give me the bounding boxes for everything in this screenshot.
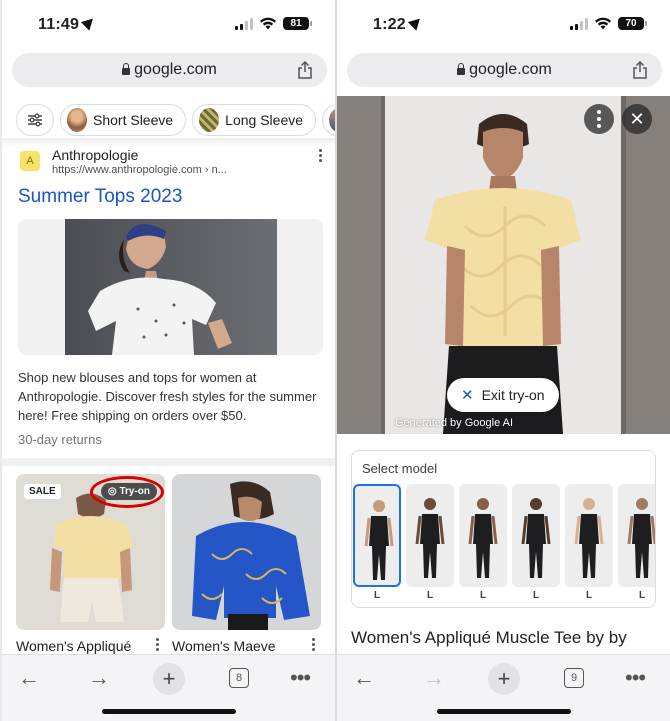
returns-info: 30-day returns — [18, 432, 102, 447]
result-image[interactable] — [18, 219, 323, 355]
chip-label: Long Sleeve — [225, 112, 304, 128]
product-title[interactable]: Women's Appliqué Muscle Tee by by — [351, 628, 627, 648]
cellular-icon — [235, 17, 253, 30]
back-arrow-icon[interactable]: ← — [353, 663, 375, 693]
model-thumbnail — [618, 484, 655, 587]
bottom-toolbar: ← → + 8 ••• — [2, 654, 335, 721]
result-snippet: Shop new blouses and tops for women at A… — [18, 370, 317, 423]
product-name[interactable]: Women's Appliqué — [16, 638, 131, 654]
model-option[interactable]: L — [565, 484, 613, 604]
model-size-label: L — [426, 590, 434, 601]
model-thumbnail — [565, 484, 613, 587]
chip-long-sleeve[interactable]: Long Sleeve — [192, 104, 317, 136]
kebab-icon[interactable] — [584, 104, 614, 134]
right-screen: 1:22 70 google.com ✕ ✕ Exit try-on Gener… — [337, 0, 670, 721]
address-bar[interactable]: google.com — [12, 53, 327, 87]
filter-chip[interactable] — [16, 104, 54, 136]
model-option[interactable]: L — [353, 484, 401, 604]
product-name[interactable]: Women's Maeve — [172, 638, 276, 654]
bottom-toolbar: ← → + 9 ••• — [337, 654, 670, 721]
try-on-viewer[interactable]: ✕ ✕ Exit try-on Generated by Google AI — [337, 96, 670, 434]
sale-badge: SALE — [24, 484, 61, 499]
result-title-link[interactable]: Summer Tops 2023 — [18, 186, 182, 208]
location-arrow-icon — [407, 14, 424, 31]
chip-label: Short Sleeve — [93, 112, 174, 128]
close-icon: ✕ — [461, 387, 474, 404]
tabs-icon[interactable]: 9 — [564, 668, 584, 688]
location-arrow-icon — [80, 14, 98, 31]
kebab-icon[interactable] — [319, 149, 323, 162]
wifi-icon — [260, 17, 276, 30]
cellular-icon — [570, 17, 588, 30]
model-option[interactable]: L — [618, 484, 655, 604]
plus-icon[interactable]: + — [153, 663, 185, 695]
back-arrow-icon[interactable]: ← — [18, 663, 40, 693]
model-size-label: L — [373, 590, 381, 601]
model-selector-label: Select model — [362, 461, 438, 476]
model-option[interactable]: L — [512, 484, 560, 604]
close-icon[interactable]: ✕ — [622, 104, 652, 134]
chip-short-sleeve[interactable]: Short Sleeve — [60, 104, 187, 136]
model-list: LLLLLL — [352, 484, 655, 604]
model-photo — [65, 219, 277, 355]
share-icon[interactable] — [632, 61, 648, 79]
left-screen: 11:49 81 google.com Short Sleeve Long Sl… — [2, 0, 335, 721]
product-card-maeve[interactable] — [172, 474, 321, 630]
next-image-preview[interactable] — [626, 96, 670, 434]
filter-icon — [28, 113, 42, 127]
site-url: https://www.anthropologie.com › n... — [52, 164, 227, 176]
previous-image-preview[interactable] — [337, 96, 381, 434]
status-bar: 11:49 81 — [2, 0, 335, 48]
plus-icon[interactable]: + — [488, 663, 520, 695]
lock-icon — [122, 62, 131, 75]
status-time: 11:49 — [38, 14, 98, 34]
exit-try-on-button[interactable]: ✕ Exit try-on — [447, 378, 559, 412]
address-text: google.com — [134, 61, 217, 78]
more-icon[interactable]: ••• — [625, 663, 646, 693]
lock-icon — [457, 62, 466, 75]
address-text: google.com — [469, 61, 552, 78]
model-option[interactable]: L — [406, 484, 454, 604]
more-icon[interactable]: ••• — [290, 663, 311, 693]
highlight-circle — [90, 476, 164, 508]
status-time: 1:22 — [373, 14, 424, 34]
kebab-icon[interactable] — [156, 638, 160, 651]
home-indicator — [101, 709, 236, 714]
model-thumbnail — [459, 484, 507, 587]
model-size-label: L — [585, 590, 593, 601]
wifi-icon — [595, 17, 611, 30]
kebab-icon[interactable] — [312, 638, 316, 651]
chip-thumbnail — [67, 108, 87, 132]
site-name: Anthropologie — [52, 147, 139, 163]
chip-more[interactable] — [322, 104, 335, 136]
section-divider — [2, 458, 335, 466]
address-bar[interactable]: google.com — [347, 53, 662, 87]
filter-chips: Short Sleeve Long Sleeve — [16, 104, 335, 136]
model-selector: Select model L L L L L L — [351, 450, 656, 608]
model-size-label: L — [532, 590, 540, 601]
forward-arrow-icon[interactable]: → — [88, 663, 110, 693]
model-option[interactable]: L — [459, 484, 507, 604]
tabs-icon[interactable]: 8 — [229, 668, 249, 688]
model-size-label: L — [479, 590, 487, 601]
exit-try-on-label: Exit try-on — [481, 387, 545, 403]
share-icon[interactable] — [297, 61, 313, 79]
ai-generated-label: Generated by Google AI — [395, 417, 514, 429]
chip-thumbnail — [199, 108, 220, 132]
product-photo — [172, 474, 321, 630]
chips-shadow — [2, 138, 335, 146]
home-indicator — [436, 709, 571, 714]
forward-arrow-icon[interactable]: → — [423, 663, 445, 693]
model-thumbnail — [512, 484, 560, 587]
model-size-label: L — [638, 590, 646, 601]
model-thumbnail — [353, 484, 401, 587]
site-favicon: A — [20, 151, 40, 171]
battery-icon: 81 — [283, 17, 312, 30]
model-thumbnail — [406, 484, 454, 587]
battery-icon: 70 — [618, 17, 647, 30]
result-header[interactable]: A Anthropologie https://www.anthropologi… — [18, 147, 323, 179]
status-bar: 1:22 70 — [337, 0, 670, 48]
